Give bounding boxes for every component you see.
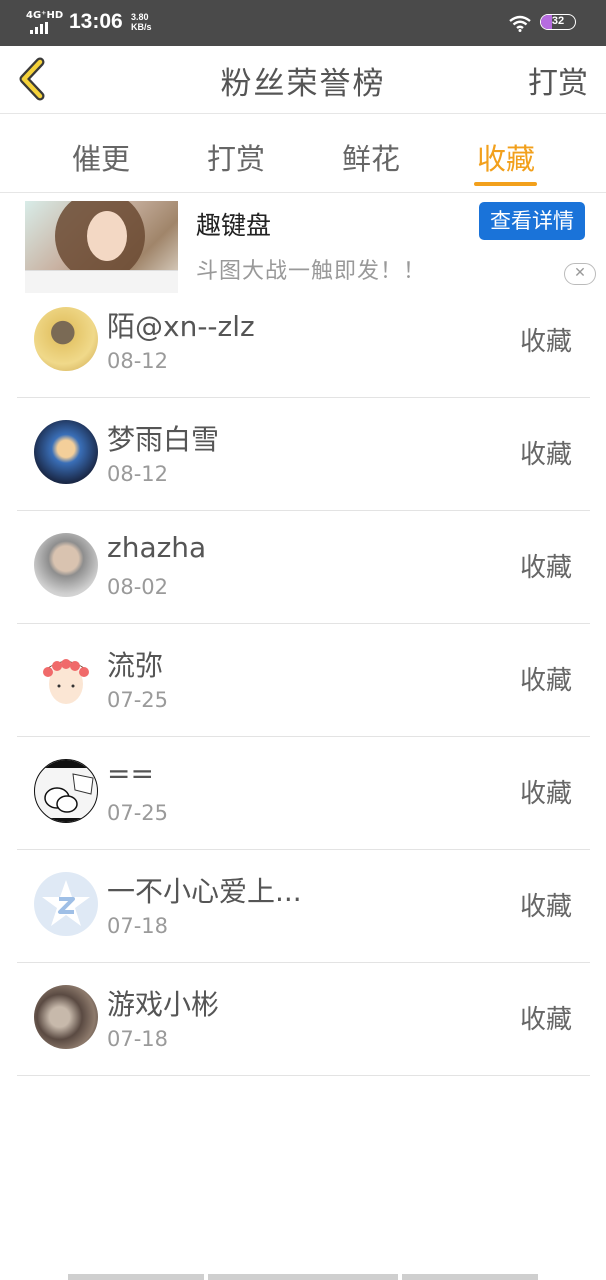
view-details-button[interactable]: 查看详情 <box>479 202 585 240</box>
fan-date: 08-12 <box>107 349 169 373</box>
clock: 13:06 <box>69 10 123 33</box>
list-item[interactable]: zhazha 08-02 收藏 <box>17 511 590 624</box>
avatar <box>34 872 98 936</box>
fan-date: 07-25 <box>107 688 169 712</box>
tab-favorites[interactable]: 收藏 <box>456 136 556 178</box>
fan-name: == <box>107 757 154 790</box>
list-item[interactable]: 流弥 07-25 收藏 <box>17 624 590 737</box>
tab-urge[interactable]: 催更 <box>51 136 151 178</box>
avatar <box>34 307 98 371</box>
avatar <box>34 985 98 1049</box>
avatar <box>34 533 98 597</box>
avatar <box>34 759 98 823</box>
close-icon[interactable]: ✕ <box>564 263 596 285</box>
fan-action: 收藏 <box>519 892 572 922</box>
fan-action: 收藏 <box>519 327 572 357</box>
signal-icon <box>30 22 50 34</box>
ad-banner[interactable]: 趣键盘 斗图大战一触即发！！ 查看详情 ✕ <box>0 193 606 295</box>
fan-action: 收藏 <box>519 553 572 583</box>
ad-thumbnail <box>25 201 178 293</box>
active-tab-indicator <box>474 182 537 186</box>
list-item[interactable]: 陌@xn--zlz 08-12 收藏 <box>17 285 590 398</box>
fan-name: 一不小心爱上... <box>107 875 302 908</box>
fan-name: zhazha <box>107 531 207 564</box>
list-item[interactable]: 梦雨白雪 08-12 收藏 <box>17 398 590 511</box>
fan-date: 07-25 <box>107 801 169 825</box>
fan-date: 07-18 <box>107 914 169 938</box>
list-item[interactable]: 一不小心爱上... 07-18 收藏 <box>17 850 590 963</box>
fan-action: 收藏 <box>519 779 572 809</box>
avatar <box>34 646 98 710</box>
list-item[interactable]: 游戏小彬 07-18 收藏 <box>17 963 590 1076</box>
bottom-nav-indicator <box>68 1274 538 1280</box>
network-indicator: 4G⁺HD <box>26 10 64 21</box>
fan-action: 收藏 <box>519 440 572 470</box>
fan-name: 陌@xn--zlz <box>107 310 255 343</box>
battery-icon: 32 <box>540 14 576 30</box>
wifi-icon <box>509 15 531 32</box>
ad-title: 趣键盘 <box>196 211 272 240</box>
fan-name: 流弥 <box>107 649 164 682</box>
fan-date: 08-02 <box>107 575 169 599</box>
fan-date: 07-18 <box>107 1027 169 1051</box>
top-nav-bar: 粉丝荣誉榜 打赏 <box>0 46 606 114</box>
network-speed: 3.80 KB/s <box>131 12 152 32</box>
page-title: 粉丝荣誉榜 <box>220 66 386 102</box>
fan-name: 游戏小彬 <box>107 988 220 1021</box>
fan-date: 08-12 <box>107 462 169 486</box>
fan-name: 梦雨白雪 <box>107 423 220 456</box>
tab-bar: 催更 打赏 鲜花 收藏 <box>0 114 606 193</box>
status-bar: 4G⁺HD 13:06 3.80 KB/s 32 <box>0 0 606 46</box>
list-item[interactable]: == 07-25 收藏 <box>17 737 590 850</box>
tab-flowers[interactable]: 鲜花 <box>321 136 421 178</box>
fan-action: 收藏 <box>519 1005 572 1035</box>
avatar <box>34 420 98 484</box>
tab-reward[interactable]: 打赏 <box>186 136 286 178</box>
reward-button[interactable]: 打赏 <box>528 58 588 102</box>
fan-list: 陌@xn--zlz 08-12 收藏 梦雨白雪 08-12 收藏 zhazha … <box>17 285 590 1076</box>
fan-action: 收藏 <box>519 666 572 696</box>
ad-subtitle: 斗图大战一触即发！！ <box>196 259 427 284</box>
